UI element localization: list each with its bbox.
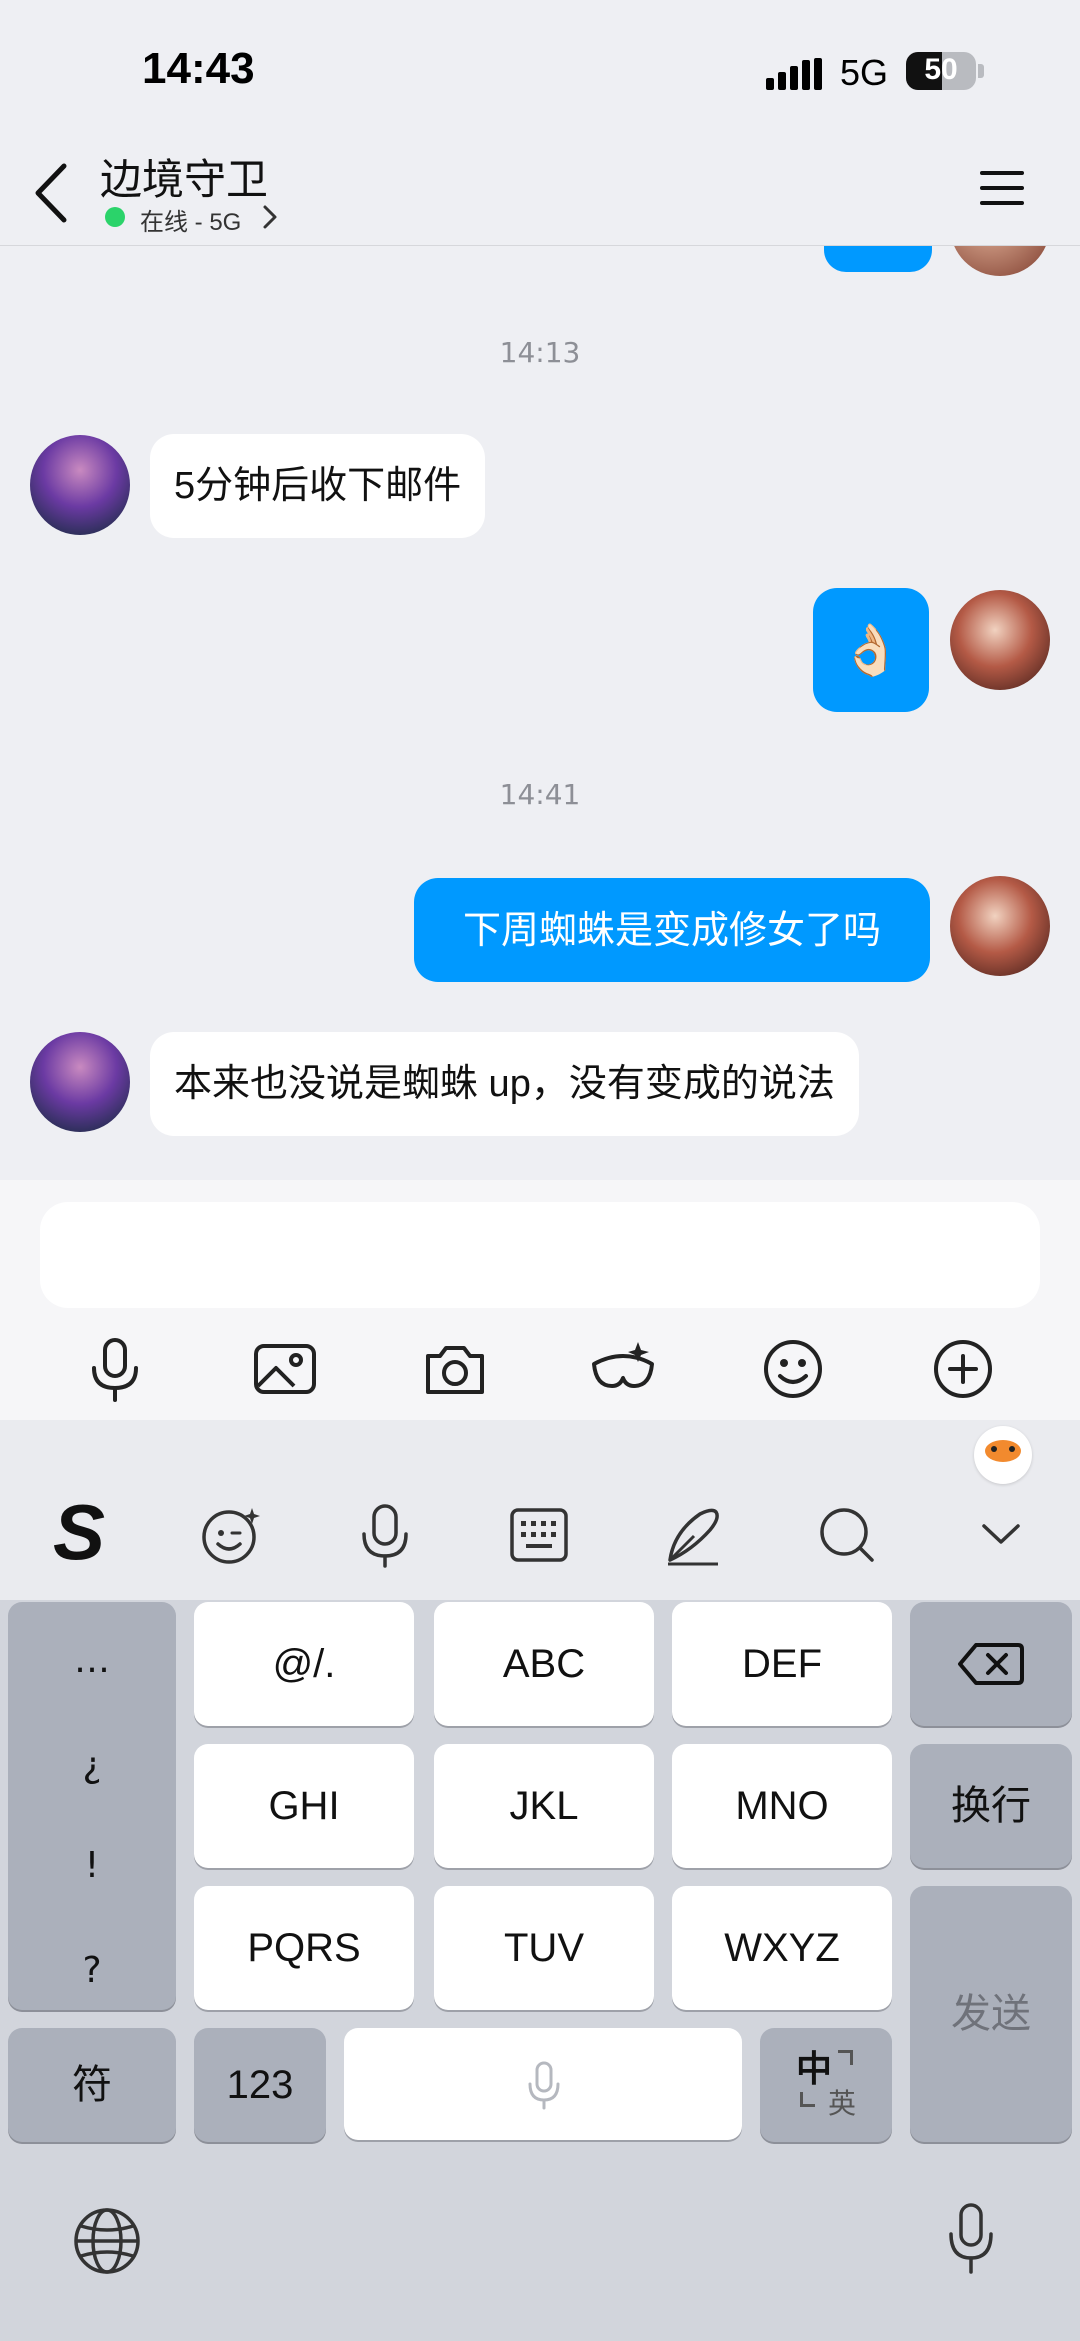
emoji-icon[interactable] [758, 1334, 828, 1404]
search-icon[interactable] [814, 1502, 880, 1568]
language-zh-label: 中 [796, 2048, 833, 2089]
chevron-right-icon[interactable] [262, 204, 278, 230]
timestamp: 14:13 [499, 336, 581, 369]
key-jkl[interactable]: JKL [434, 1744, 654, 1868]
network-label: 5G [840, 52, 889, 93]
online-status-text[interactable]: 在线 - 5G [140, 202, 241, 237]
symbol-exclamation[interactable]: ! [8, 1845, 176, 1886]
image-icon[interactable] [250, 1334, 320, 1404]
key-abc[interactable]: ABC [434, 1602, 654, 1726]
symbols-key[interactable]: 符 [8, 2028, 176, 2142]
keyboard-icon[interactable] [506, 1502, 572, 1568]
battery-icon: 50 [906, 50, 986, 92]
message-input[interactable] [40, 1202, 1040, 1308]
key-ghi[interactable]: GHI [194, 1744, 414, 1868]
language-switch-key[interactable]: 中 英 [760, 2028, 892, 2142]
plus-icon[interactable] [928, 1334, 998, 1404]
message-bubble-outgoing[interactable]: 👌🏻 [813, 588, 929, 712]
chevron-down-icon[interactable] [968, 1502, 1034, 1568]
back-arrow-icon[interactable] [28, 158, 78, 228]
emoji-icon[interactable] [198, 1502, 264, 1568]
message-bubble-incoming[interactable]: 5分钟后收下邮件 [150, 434, 486, 538]
message-bubble-incoming[interactable]: 本来也没说是蜘蛛 up，没有变成的说法 [150, 1032, 859, 1136]
contact-avatar[interactable] [30, 435, 130, 535]
key-mno[interactable]: MNO [672, 1744, 892, 1868]
microphone-icon [528, 2061, 560, 2110]
key-def[interactable]: DEF [672, 1602, 892, 1726]
ok-hand-emoji: 👌🏻 [839, 621, 903, 679]
contact-avatar[interactable] [30, 1032, 130, 1132]
status-time: 14:43 [142, 44, 255, 93]
my-avatar[interactable] [950, 590, 1050, 690]
key-at-symbols[interactable]: @/. [194, 1602, 414, 1726]
menu-icon[interactable] [978, 168, 1026, 208]
my-avatar[interactable] [950, 246, 1050, 276]
symbol-question[interactable]: ? [8, 1950, 176, 1991]
previous-message-bubble [824, 246, 932, 272]
handwriting-icon[interactable] [660, 1502, 726, 1568]
message-bubble-outgoing[interactable]: 下周蜘蛛是变成修女了吗 [414, 878, 930, 982]
voice-input-icon[interactable] [352, 1502, 418, 1568]
newline-key[interactable]: 换行 [910, 1744, 1072, 1868]
symbol-ellipsis[interactable]: … [8, 1640, 176, 1681]
brand-logo-icon[interactable]: S [44, 1490, 114, 1574]
key-tuv[interactable]: TUV [434, 1886, 654, 2010]
battery-level: 50 [924, 53, 958, 86]
space-key[interactable] [344, 2028, 742, 2140]
camera-icon[interactable] [420, 1334, 490, 1404]
numbers-key[interactable]: 123 [194, 2028, 326, 2142]
send-key[interactable]: 发送 [910, 1886, 1072, 2142]
symbol-inverted-question[interactable]: ¿ [8, 1745, 176, 1786]
signal-icon [766, 58, 822, 90]
chat-title[interactable]: 边境守卫 [100, 146, 268, 207]
my-avatar[interactable] [950, 876, 1050, 976]
online-status-dot [105, 207, 125, 227]
language-en-label: 英 [828, 2088, 857, 2119]
timestamp: 14:41 [499, 778, 581, 811]
microphone-icon[interactable] [80, 1334, 150, 1404]
mascot-icon[interactable] [974, 1426, 1032, 1484]
dictation-microphone-icon[interactable] [946, 2202, 996, 2276]
globe-icon[interactable] [72, 2206, 142, 2276]
key-wxyz[interactable]: WXYZ [672, 1886, 892, 2010]
key-pqrs[interactable]: PQRS [194, 1886, 414, 2010]
backspace-icon [958, 1643, 1024, 1685]
mask-icon[interactable] [588, 1334, 658, 1404]
backspace-key[interactable] [910, 1602, 1072, 1726]
